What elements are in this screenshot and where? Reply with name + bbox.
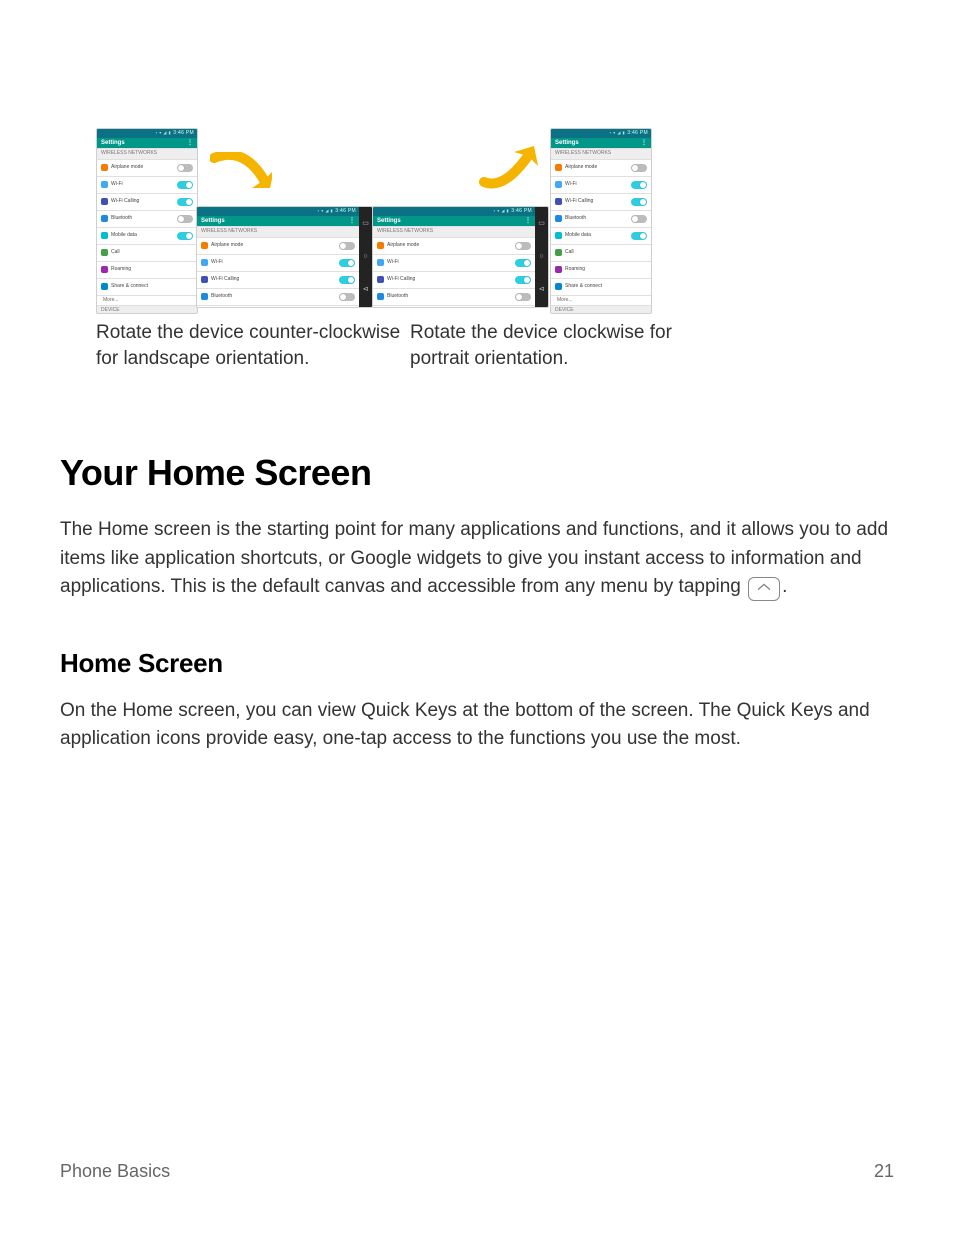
phone-portrait-right: ▪ ▾ ◢ ▮3:46 PM Settings⋮ WIRELESS NETWOR… [550,128,652,314]
home-screen-paragraph: On the Home screen, you can view Quick K… [60,697,894,754]
rotate-ccw-arrow-icon [210,152,272,192]
footer-page-number: 21 [874,1158,894,1185]
status-bar: ▪ ▾ ◢ ▮ 3:46 PM [97,129,197,138]
rotation-illustration: ▪ ▾ ◢ ▮ 3:46 PM Settings⋮ WIRELESS NETWO… [60,128,894,360]
footer-section-name: Phone Basics [60,1158,170,1185]
intro-paragraph: The Home screen is the starting point fo… [60,516,894,602]
section-header: WIRELESS NETWORKS [97,148,197,160]
caption-rotate-cw: Rotate the device clockwise for portrait… [410,320,730,371]
rotate-cw-arrow-icon [476,146,538,190]
phone-landscape-left: ▪ ▾ ◢ ▮3:46 PM Settings⋮ WIRELESS NETWOR… [196,206,373,308]
phone-portrait-left: ▪ ▾ ◢ ▮ 3:46 PM Settings⋮ WIRELESS NETWO… [96,128,198,314]
phone-landscape-right: ▪ ▾ ◢ ▮3:46 PM Settings⋮ WIRELESS NETWOR… [372,206,549,308]
app-title-bar: Settings⋮ [97,138,197,148]
heading-your-home-screen: Your Home Screen [60,446,894,500]
home-button-icon [748,577,780,601]
caption-rotate-ccw: Rotate the device counter-clockwise for … [96,320,416,371]
heading-home-screen: Home Screen [60,644,894,683]
